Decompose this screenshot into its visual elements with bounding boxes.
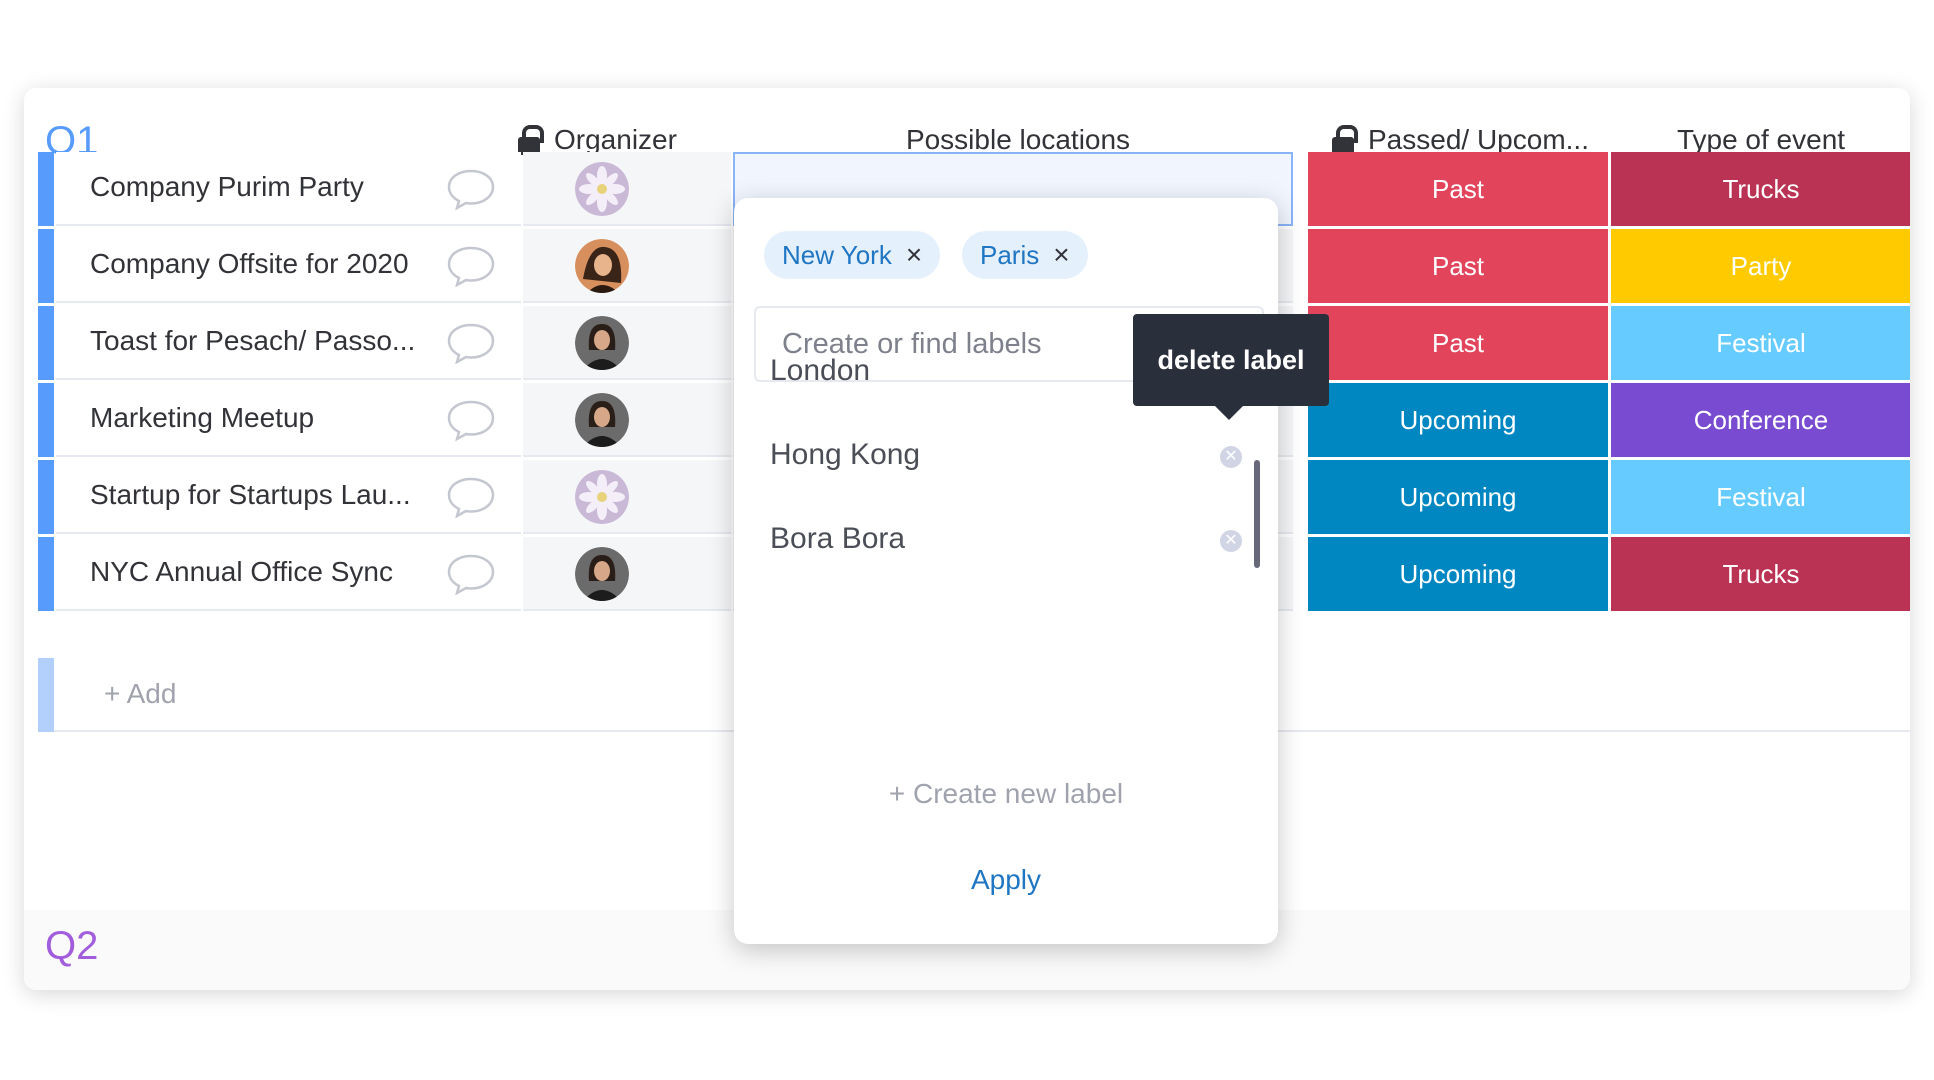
item-name[interactable]: Toast for Pesach/ Passo...: [90, 325, 415, 357]
avatar[interactable]: [575, 162, 629, 216]
event-type-label[interactable]: Party: [1611, 229, 1910, 305]
item-name-cell[interactable]: NYC Annual Office Sync: [56, 537, 521, 611]
item-name-cell[interactable]: Company Purim Party: [56, 152, 521, 226]
avatar[interactable]: [575, 239, 629, 293]
label-option[interactable]: London: [770, 354, 870, 388]
item-name[interactable]: NYC Annual Office Sync: [90, 556, 393, 588]
event-type-label[interactable]: Trucks: [1611, 152, 1910, 228]
group-color-strip: [38, 383, 54, 457]
avatar[interactable]: [575, 393, 629, 447]
label-option[interactable]: Bora Bora: [770, 522, 905, 556]
comment-bubble-icon[interactable]: [446, 553, 496, 595]
item-name[interactable]: Company Offsite for 2020: [90, 248, 409, 280]
delete-label-tooltip: delete label: [1133, 314, 1329, 420]
comment-bubble-icon[interactable]: [446, 476, 496, 518]
group-color-strip: [38, 460, 54, 534]
item-name-cell[interactable]: Company Offsite for 2020: [56, 229, 521, 303]
group-color-strip: [38, 229, 54, 303]
event-type-label[interactable]: Conference: [1611, 383, 1910, 459]
delete-label-icon[interactable]: ✕: [1220, 530, 1242, 552]
group-title-q2[interactable]: Q2: [45, 924, 98, 969]
options-scrollbar[interactable]: [1254, 460, 1260, 568]
delete-label-icon[interactable]: ✕: [1220, 446, 1242, 468]
comment-bubble-icon[interactable]: [446, 245, 496, 287]
comment-bubble-icon[interactable]: [446, 322, 496, 364]
event-type-label[interactable]: Festival: [1611, 306, 1910, 382]
item-name-cell[interactable]: Startup for Startups Lau...: [56, 460, 521, 534]
group-color-strip: [38, 658, 54, 732]
lock-icon: [518, 125, 544, 155]
organizer-cell[interactable]: [523, 152, 731, 226]
status-label[interactable]: Upcoming: [1308, 383, 1608, 459]
remove-chip-icon[interactable]: ×: [906, 241, 922, 269]
comment-bubble-icon[interactable]: [446, 168, 496, 210]
organizer-cell[interactable]: [523, 460, 731, 534]
chip-label: New York: [782, 239, 892, 270]
event-type-label[interactable]: Festival: [1611, 460, 1910, 536]
item-name[interactable]: Marketing Meetup: [90, 402, 314, 434]
avatar[interactable]: [575, 547, 629, 601]
event-type-label[interactable]: Trucks: [1611, 537, 1910, 613]
status-label[interactable]: Past: [1308, 152, 1608, 228]
organizer-cell[interactable]: [523, 537, 731, 611]
item-name-cell[interactable]: Toast for Pesach/ Passo...: [56, 306, 521, 380]
status-label[interactable]: Upcoming: [1308, 537, 1608, 613]
comment-bubble-icon[interactable]: [446, 399, 496, 441]
organizer-cell[interactable]: [523, 306, 731, 380]
status-label[interactable]: Past: [1308, 306, 1608, 382]
organizer-cell[interactable]: [523, 229, 731, 303]
add-item-button[interactable]: + Add: [104, 678, 176, 710]
avatar[interactable]: [575, 470, 629, 524]
selected-label-chip[interactable]: New York ×: [764, 231, 941, 279]
item-name[interactable]: Startup for Startups Lau...: [90, 479, 411, 511]
remove-chip-icon[interactable]: ×: [1053, 241, 1069, 269]
status-label[interactable]: Upcoming: [1308, 460, 1608, 536]
labels-dropdown: New York × Paris × London ✕ Hong Kong ✕ …: [734, 198, 1278, 944]
status-label[interactable]: Past: [1308, 229, 1608, 305]
chip-label: Paris: [980, 239, 1040, 270]
item-name[interactable]: Company Purim Party: [90, 171, 364, 203]
group-color-strip: [38, 537, 54, 611]
create-new-label-button[interactable]: + Create new label: [734, 778, 1278, 810]
group-color-strip: [38, 306, 54, 380]
label-option[interactable]: Hong Kong: [770, 438, 920, 472]
lock-icon: [1332, 125, 1358, 155]
apply-button[interactable]: Apply: [734, 864, 1278, 896]
item-name-cell[interactable]: Marketing Meetup: [56, 383, 521, 457]
group-color-strip: [38, 152, 54, 226]
selected-label-chip[interactable]: Paris ×: [962, 231, 1088, 279]
avatar[interactable]: [575, 316, 629, 370]
organizer-cell[interactable]: [523, 383, 731, 457]
